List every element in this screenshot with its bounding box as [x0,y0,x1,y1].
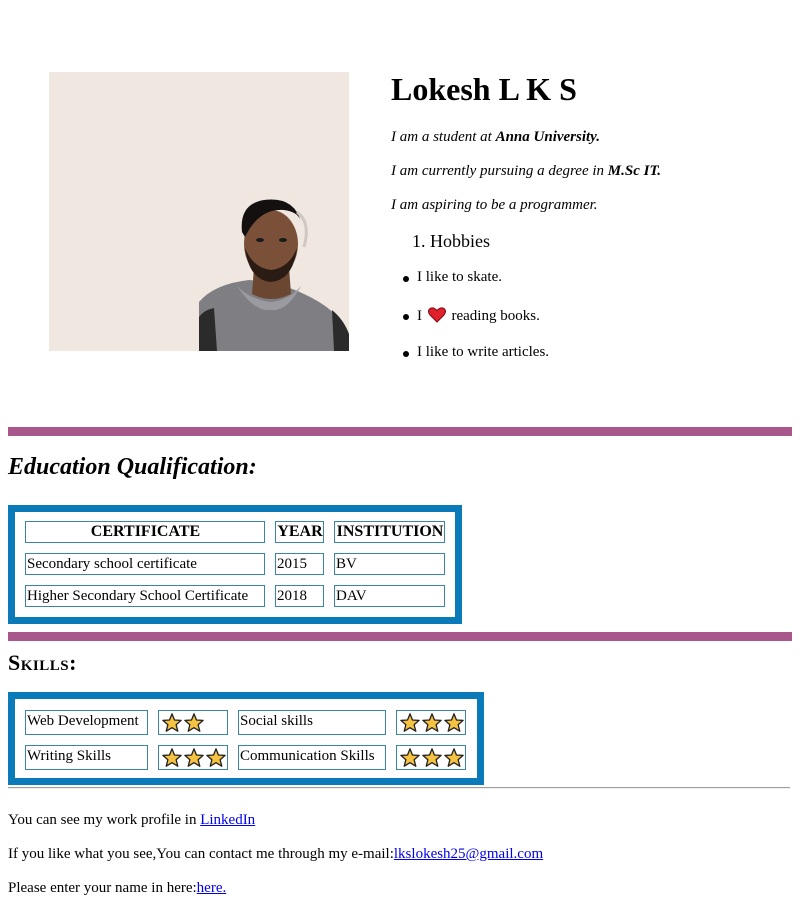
skill-name: Communication Skills [238,745,386,770]
table-cell: 2018 [275,585,324,607]
skill-name: Social skills [238,710,386,735]
intro-degree: I am currently pursuing a degree in M.Sc… [391,163,661,179]
hobby-item: I like to write articles. [402,344,550,360]
star-icon [400,713,420,732]
intro-aspiration: I am aspiring to be a programmer. [391,197,598,213]
star-icon [400,748,420,767]
intro-university: I am a student at Anna University. [391,129,601,145]
hobby-item: I reading books. [403,307,540,328]
skill-rating [396,710,466,735]
hobbies-heading: 1. Hobbies [412,231,490,251]
intro-section: Lokesh L K S I am a student at Anna Univ… [391,70,791,360]
email-link[interactable]: lkslokesh25@gmail.com [394,846,543,862]
linkedin-link[interactable]: LinkedIn [200,812,255,828]
horizontal-rule [8,787,790,789]
skill-rating [158,745,228,770]
section-divider [8,632,792,641]
table-cell: Higher Secondary School Certificate [25,585,265,607]
star-icon [184,748,204,767]
skill-name: Web Development [25,710,148,735]
name-entry-link[interactable]: here. [197,880,227,896]
table-cell: BV [334,553,445,575]
star-icon [162,748,182,767]
profile-photo [49,72,349,351]
star-icon [162,713,182,732]
skills-heading: Skills: [8,650,77,675]
profile-name: Lokesh L K S [391,71,577,107]
star-icon [444,713,464,732]
skill-name: Writing Skills [25,745,148,770]
heart-icon [427,307,446,328]
star-icon [444,748,464,767]
hobby-item: I like to skate. [403,269,502,285]
email-line: If you like what you see,You can contact… [8,846,544,862]
table-header: CERTIFICATE [25,521,265,543]
skill-rating [158,710,228,735]
table-cell: Secondary school certificate [25,553,265,575]
education-table: CERTIFICATE YEAR INSTITUTION Secondary s… [8,505,462,624]
star-icon [422,748,442,767]
table-cell: DAV [334,585,445,607]
skills-table: Web Development Social skills Writing Sk… [8,692,484,785]
education-heading: Education Qualification: [8,454,257,480]
table-cell: 2015 [275,553,324,575]
name-entry-line: Please enter your name in here:here. [8,880,227,896]
section-divider [8,427,792,436]
star-icon [422,713,442,732]
linkedin-line: You can see my work profile in LinkedIn [8,812,256,828]
star-icon [184,713,204,732]
table-header: YEAR [275,521,324,543]
star-icon [206,748,226,767]
table-header: INSTITUTION [334,521,445,543]
skill-rating [396,745,466,770]
